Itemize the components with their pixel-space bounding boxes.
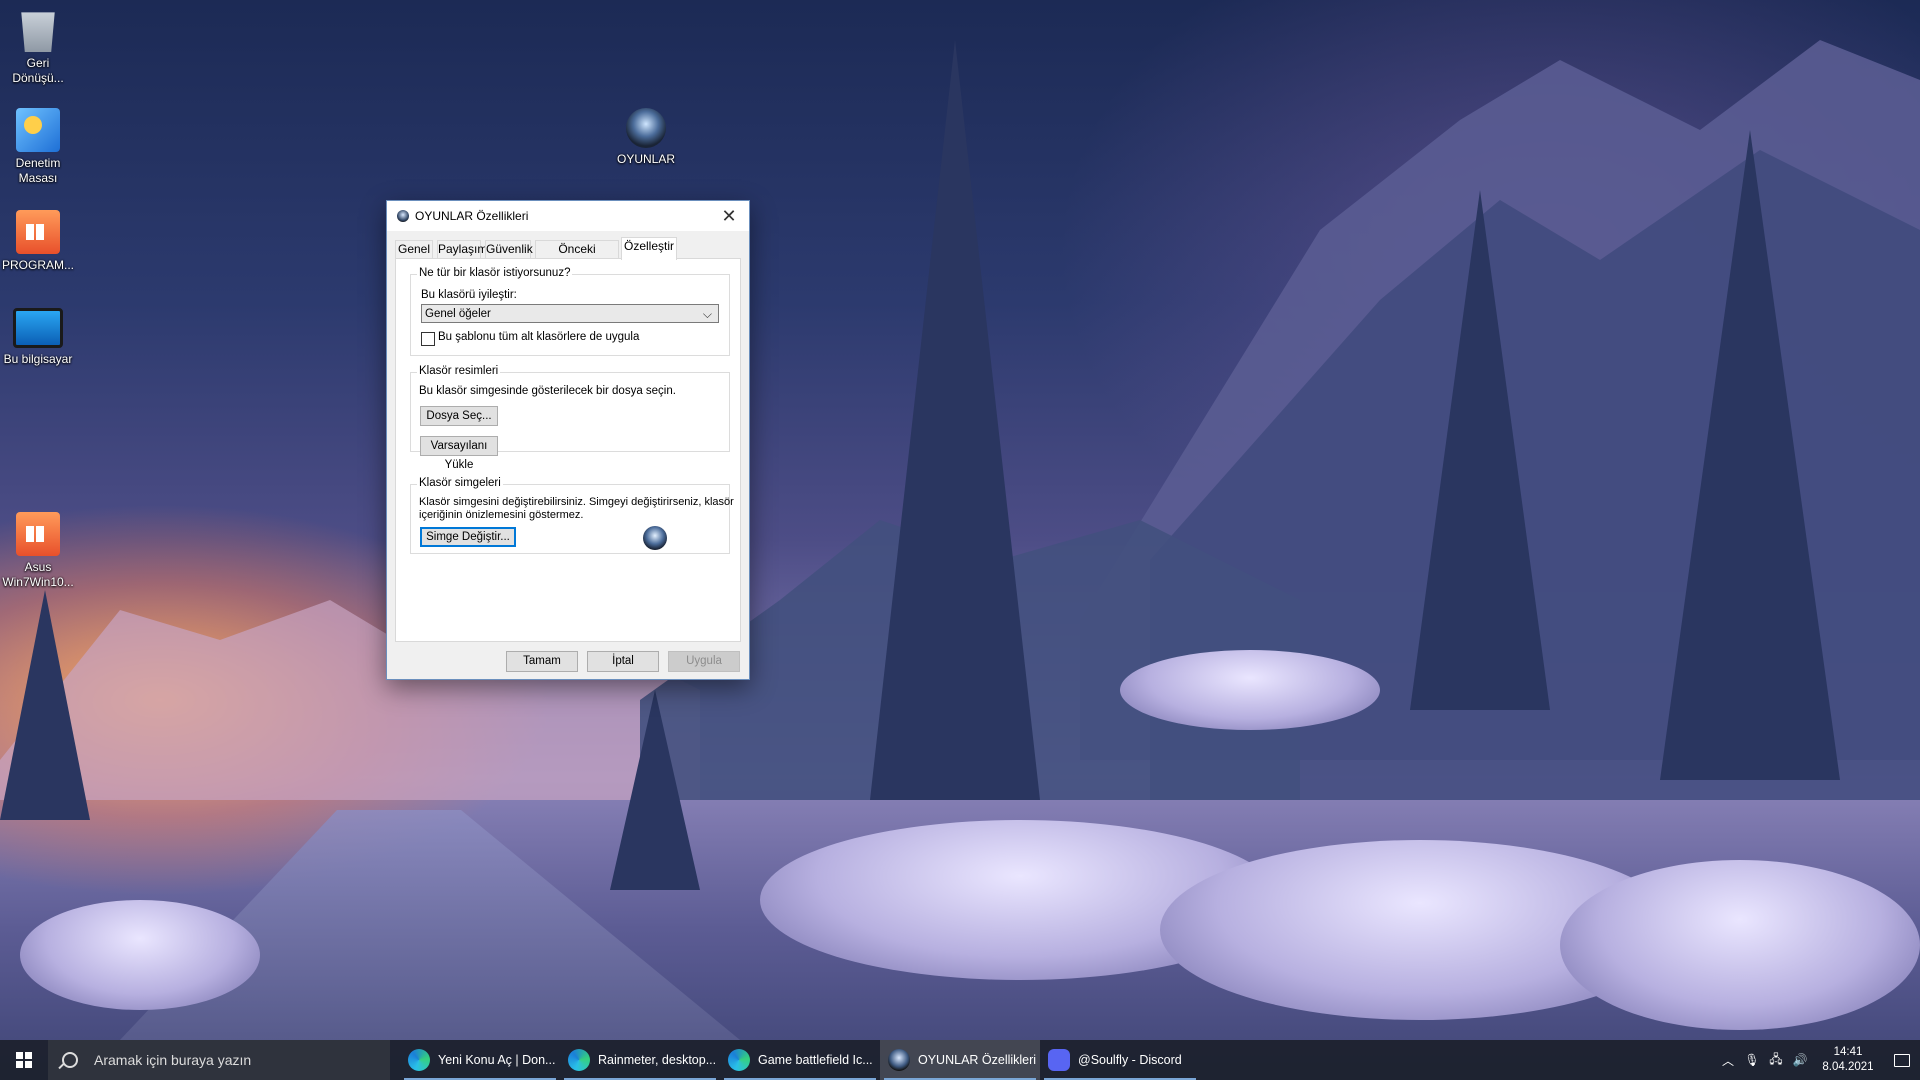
chevron-down-icon: ⌵	[702, 307, 712, 321]
game-folder-icon	[626, 108, 666, 148]
tab-guvenlik[interactable]: Güvenlik	[485, 240, 533, 259]
snow-mound	[1560, 860, 1920, 1030]
folder-icons-group: Klasör simgeleri Klasör simgesini değişt…	[410, 477, 734, 554]
taskbar-item-label: OYUNLAR Özellikleri	[918, 1053, 1037, 1067]
desktop-icon-this-pc[interactable]: Bu bilgisayar	[0, 308, 76, 367]
edge-icon	[408, 1049, 430, 1071]
taskbar-item-edge-2[interactable]: Rainmeter, desktop...	[560, 1040, 720, 1080]
ok-button[interactable]: Tamam	[506, 651, 578, 672]
desktop-icon-label: Geri Dönüşü...	[12, 56, 64, 85]
change-icon-button[interactable]: Simge Değiştir...	[420, 527, 516, 547]
snow-mound	[1120, 650, 1380, 730]
desktop-icon-program[interactable]: PROGRAM...	[0, 210, 76, 273]
taskbar-item-edge-1[interactable]: Yeni Konu Aç | Don...	[400, 1040, 560, 1080]
desktop-icon-label: OYUNLAR	[616, 152, 675, 166]
pine-tree	[1660, 130, 1840, 780]
taskbar-item-label: Game battlefield Ic...	[758, 1053, 873, 1067]
group-legend: Ne tür bir klasör istiyorsunuz?	[417, 267, 573, 279]
taskbar: Aramak için buraya yazın Yeni Konu Aç | …	[0, 1040, 1920, 1080]
cancel-button[interactable]: İptal	[587, 651, 659, 672]
folder-preview-icon	[643, 526, 667, 550]
pine-tree	[0, 590, 90, 820]
apply-subfolders-label[interactable]: Bu şablonu tüm alt klasörlere de uygula	[438, 331, 639, 343]
pine-tree	[870, 40, 1040, 800]
volume-icon[interactable]: 🔊	[1788, 1053, 1812, 1067]
close-icon: ✕	[721, 205, 737, 226]
desktop-icon-label: Denetim Masası	[15, 156, 61, 185]
desktop-icon-control-panel[interactable]: Denetim Masası	[0, 108, 76, 186]
folder-icons-desc-2: içeriğinin önizlemesini göstermez.	[419, 509, 584, 521]
desktop-icon-label: Asus Win7Win10...	[2, 560, 74, 589]
desktop-icon-recycle-bin[interactable]: Geri Dönüşü...	[0, 8, 76, 86]
network-icon[interactable]: 🖧	[1764, 1050, 1788, 1071]
windows-icon	[16, 1052, 32, 1068]
dialog-title: OYUNLAR Özellikleri	[415, 209, 529, 223]
taskbar-item-label: Yeni Konu Aç | Don...	[438, 1053, 556, 1067]
dialog-titlebar[interactable]: OYUNLAR Özellikleri ✕	[387, 201, 749, 231]
clock[interactable]: 14:41 8.04.2021	[1812, 1045, 1884, 1075]
clock-time: 14:41	[1833, 1046, 1863, 1058]
desktop-icon-oyunlar[interactable]: OYUNLAR	[608, 108, 684, 167]
action-center-button[interactable]	[1884, 1040, 1920, 1080]
search-placeholder: Aramak için buraya yazın	[94, 1052, 252, 1068]
optimize-select[interactable]: Genel öğeler ⌵	[421, 304, 719, 323]
computer-icon	[13, 308, 63, 348]
recycle-bin-icon	[21, 12, 55, 52]
snow-mound	[20, 900, 260, 1010]
taskbar-item-discord[interactable]: @Soulfly - Discord	[1040, 1040, 1200, 1080]
chevron-up-icon[interactable]: ︿	[1716, 1052, 1740, 1069]
folder-icons-desc-1: Klasör simgesini değiştirebilirsiniz. Si…	[419, 496, 734, 508]
folder-icon	[397, 210, 409, 222]
system-tray: ︿ 🎙 🖧 🔊 14:41 8.04.2021	[1716, 1040, 1920, 1080]
taskbar-item-label: Rainmeter, desktop...	[598, 1053, 717, 1067]
clock-date: 8.04.2021	[1822, 1061, 1874, 1073]
desktop-icon-label: Bu bilgisayar	[3, 352, 73, 366]
search-box[interactable]: Aramak için buraya yazın	[48, 1040, 390, 1080]
notification-icon	[1894, 1053, 1910, 1067]
choose-file-button[interactable]: Dosya Seç...	[420, 406, 498, 426]
restore-default-button[interactable]: Varsayılanı Yükle	[420, 436, 498, 471]
pine-tree	[610, 690, 700, 890]
taskbar-item-label: @Soulfly - Discord	[1078, 1053, 1182, 1067]
taskbar-item-edge-3[interactable]: Game battlefield Ic...	[720, 1040, 880, 1080]
group-legend: Klasör resimleri	[417, 365, 501, 377]
folder-pictures-group: Klasör resimleri Bu klasör simgesinde gö…	[410, 365, 730, 471]
control-panel-icon	[16, 108, 60, 152]
apply-button[interactable]: Uygula	[668, 651, 740, 672]
properties-dialog: OYUNLAR Özellikleri ✕ Genel Paylaşım Güv…	[386, 200, 750, 680]
tab-bar: Genel Paylaşım Güvenlik Önceki Sürümler …	[395, 237, 741, 273]
tab-genel[interactable]: Genel	[395, 240, 433, 259]
tab-ozellestir[interactable]: Özelleştir	[621, 237, 677, 260]
folder-icon	[888, 1049, 910, 1071]
pine-tree	[1410, 190, 1550, 710]
optimize-label: Bu klasörü iyileştir:	[421, 289, 517, 301]
apply-subfolders-checkbox[interactable]	[421, 332, 435, 346]
close-button[interactable]: ✕	[709, 201, 749, 231]
discord-icon	[1048, 1049, 1070, 1071]
optimize-select-value: Genel öğeler	[425, 308, 491, 320]
folder-pictures-desc: Bu klasör simgesinde gösterilecek bir do…	[419, 385, 676, 397]
search-icon	[62, 1052, 78, 1068]
microphone-icon[interactable]: 🎙	[1740, 1053, 1764, 1067]
group-legend: Klasör simgeleri	[417, 477, 503, 489]
edge-icon	[568, 1049, 590, 1071]
edge-icon	[728, 1049, 750, 1071]
tab-panel: Ne tür bir klasör istiyorsunuz? Bu klasö…	[395, 258, 741, 642]
taskbar-item-properties[interactable]: OYUNLAR Özellikleri	[880, 1040, 1040, 1080]
start-button[interactable]	[0, 1040, 48, 1080]
tab-paylasim[interactable]: Paylaşım	[437, 240, 487, 259]
folder-icon	[16, 210, 60, 254]
tab-onceki-surumler[interactable]: Önceki Sürümler	[535, 240, 619, 273]
desktop-icon-asus-folder[interactable]: Asus Win7Win10...	[0, 512, 76, 590]
folder-type-group: Ne tür bir klasör istiyorsunuz? Bu klasö…	[410, 267, 730, 356]
folder-icon	[16, 512, 60, 556]
desktop-icon-label: PROGRAM...	[1, 258, 74, 272]
